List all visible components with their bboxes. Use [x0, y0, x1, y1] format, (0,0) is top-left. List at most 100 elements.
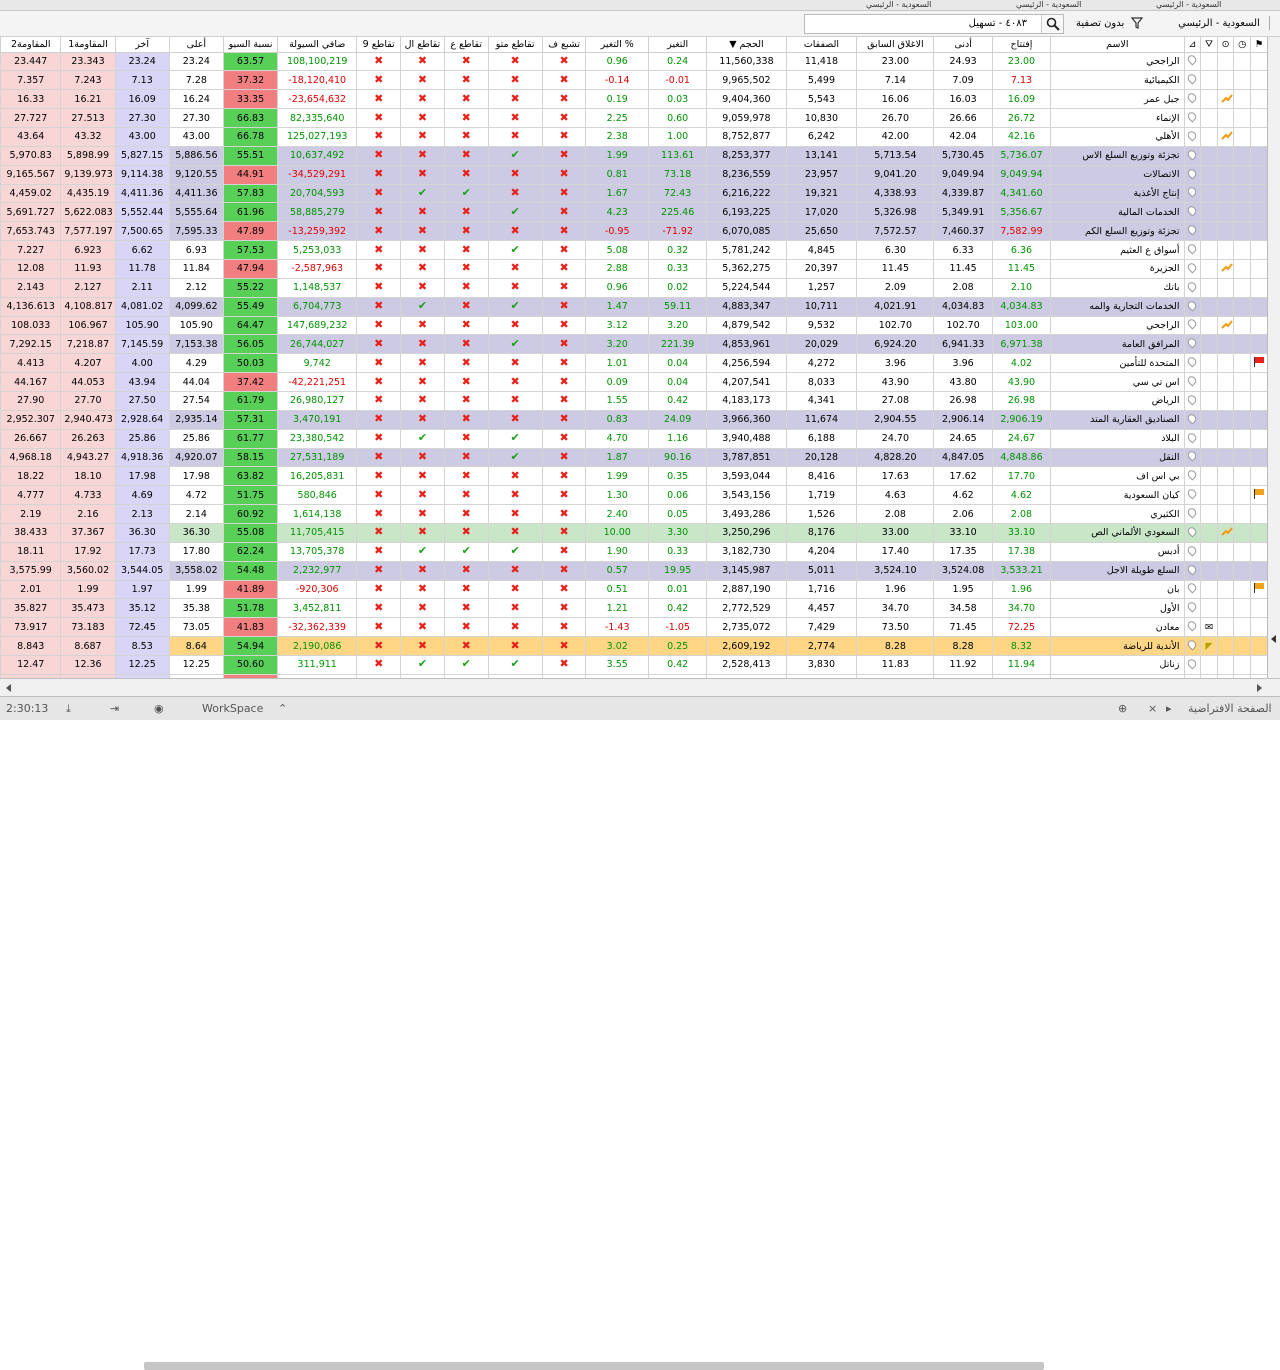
location-pin-icon[interactable] [1186, 167, 1199, 180]
pin-cell[interactable] [1183, 202, 1202, 223]
table-row[interactable]: 108.033 106.967 105.90 105.90 64.47 147,689,2… [0, 315, 1267, 336]
location-pin-icon[interactable] [1186, 581, 1199, 594]
stock-name-cell[interactable]: الكثيري [1050, 504, 1185, 524]
stock-name-cell[interactable]: الأهلي [1050, 126, 1185, 147]
table-row[interactable]: 38.433 37.367 36.30 36.30 55.08 11,705,415 ✖ ✖ ✖… [0, 522, 1267, 543]
location-pin-icon[interactable] [1186, 110, 1199, 123]
column-header[interactable]: تقاطع متو [487, 37, 543, 53]
filter-button[interactable]: بدون تصفية [1076, 15, 1156, 33]
market-selector[interactable]: السعودية - الرئيسي [1160, 15, 1270, 33]
pin-cell[interactable] [1183, 126, 1202, 147]
pin-cell[interactable] [1183, 617, 1202, 638]
location-pin-icon[interactable] [1186, 223, 1199, 236]
location-pin-icon[interactable] [1186, 487, 1199, 500]
pin-cell[interactable] [1183, 145, 1202, 166]
table-row[interactable]: 2.01 1.99 1.97 1.99 41.89 -920,306 ✖ ✖ ✖ ✖ ✖ 0.51 0.… [0, 579, 1267, 600]
symbol-search[interactable]: ٤٠٨٣ - تسهيل [804, 14, 1064, 34]
location-pin-icon[interactable] [1186, 563, 1199, 576]
pin-cell[interactable] [1183, 353, 1202, 374]
flag-cell[interactable] [1250, 522, 1267, 543]
stock-name-cell[interactable]: الإنماء [1050, 108, 1185, 128]
stock-name-cell[interactable]: باتك [1050, 277, 1185, 298]
flag-cell[interactable] [1250, 145, 1267, 166]
flag-cell[interactable] [1250, 428, 1267, 449]
stock-name-cell[interactable]: الأندية للرياضة [1050, 636, 1185, 656]
location-pin-icon[interactable] [1186, 506, 1199, 519]
pin-cell[interactable] [1183, 560, 1202, 581]
table-row[interactable]: 3,575.99 3,560.02 3,544.05 3,558.02 54.48 2,2… [0, 560, 1267, 581]
pin-cell[interactable] [1183, 541, 1202, 562]
column-header[interactable]: إفتتاح [991, 37, 1052, 53]
orange-flag-icon[interactable] [1254, 489, 1265, 500]
scroll-left-icon[interactable] [4, 683, 14, 693]
column-header[interactable]: التغير [647, 37, 708, 53]
table-row[interactable]: 43.64 43.32 43.00 43.00 66.78 125,027,193 ✖ ✖ ✖ ✖… [0, 126, 1267, 147]
red-flag-icon[interactable] [1254, 357, 1265, 368]
stock-name-cell[interactable]: النقل [1050, 447, 1185, 468]
stock-name-cell[interactable]: أسواق ع العثيم [1050, 240, 1185, 260]
pin-cell[interactable] [1183, 504, 1202, 524]
location-pin-icon[interactable] [1186, 449, 1199, 462]
flag-cell[interactable] [1250, 296, 1267, 317]
stock-name-cell[interactable]: كيان السعودية [1050, 485, 1185, 506]
table-row[interactable]: 2.19 2.16 2.13 2.14 60.92 1,614,138 ✖ ✖ ✖ ✖ ✖ 2.40 0… [0, 504, 1267, 524]
location-pin-icon[interactable] [1186, 393, 1199, 406]
pin-cell[interactable] [1183, 636, 1202, 656]
pin-cell[interactable] [1183, 485, 1202, 506]
stock-name-cell[interactable]: الراجحي [1050, 315, 1185, 336]
column-header[interactable]: نسبة السيو [222, 37, 279, 53]
flag-cell[interactable] [1250, 598, 1267, 619]
flag-cell[interactable] [1250, 560, 1267, 581]
flag-cell[interactable] [1250, 579, 1267, 600]
stock-name-cell[interactable]: تجزئة وتوزيع السلع الاس [1050, 145, 1185, 166]
pin-cell[interactable] [1183, 164, 1202, 185]
horizontal-scrollbar[interactable] [0, 678, 1280, 1370]
stock-name-cell[interactable]: بي اس اف [1050, 466, 1185, 487]
table-row[interactable]: 23.447 23.343 23.24 23.24 63.57 108,100,219 ✖ ✖… [0, 51, 1267, 72]
search-input[interactable]: ٤٠٨٣ - تسهيل [969, 15, 1027, 33]
flag-cell[interactable] [1250, 617, 1267, 638]
table-row[interactable]: 7.227 6.923 6.62 6.93 57.53 5,253,033 ✖ ✖ ✖ ✔ ✖ 5.0… [0, 240, 1267, 260]
column-header[interactable]: المقاومة2 [0, 37, 62, 53]
stock-name-cell[interactable]: تجزئة وتوزيع السلع الكم [1050, 221, 1185, 242]
location-pin-icon[interactable] [1186, 280, 1199, 293]
location-pin-icon[interactable] [1186, 355, 1199, 368]
pin-cell[interactable] [1183, 296, 1202, 317]
table-row[interactable]: 73.917 73.183 72.45 73.05 41.83 -32,362,339 ✖ ✖… [0, 617, 1267, 638]
funnel-col-icon[interactable]: ⛛ [1200, 37, 1218, 53]
pin-cell[interactable] [1183, 51, 1202, 72]
mail-icon[interactable]: ✉ [1205, 622, 1213, 633]
stock-name-cell[interactable]: إنتاج الأغذية [1050, 183, 1185, 204]
pin-cell[interactable] [1183, 655, 1202, 675]
flag-cell[interactable] [1250, 485, 1267, 506]
table-row[interactable]: 18.22 18.10 17.98 17.98 63.82 16,205,831 ✖ ✖ ✖ ✖ ✖… [0, 466, 1267, 487]
scroll-thumb[interactable] [144, 1362, 1044, 1370]
orange-flag-icon[interactable] [1254, 583, 1265, 594]
flag-cell[interactable] [1250, 353, 1267, 374]
location-pin-icon[interactable] [1186, 317, 1199, 330]
flag-cell[interactable] [1250, 51, 1267, 72]
stock-name-cell[interactable]: زناتل [1050, 655, 1185, 675]
flag-cell[interactable] [1250, 390, 1267, 411]
flag-cell[interactable] [1250, 277, 1267, 298]
stock-name-cell[interactable]: البلاد [1050, 428, 1185, 449]
clock-col-icon[interactable]: ◷ [1233, 37, 1252, 53]
flag-cell[interactable] [1250, 126, 1267, 147]
location-pin-icon[interactable] [1186, 53, 1199, 66]
table-row[interactable]: 2,952.307 2,940.473 2,928.64 2,935.14 57.31 3… [0, 409, 1267, 430]
location-pin-icon[interactable] [1186, 374, 1199, 387]
pin-cell[interactable] [1183, 598, 1202, 619]
scroll-right-icon[interactable] [1254, 683, 1264, 693]
table-row[interactable]: 27.90 27.70 27.50 27.54 61.79 26,980,127 ✖ ✖ ✖ ✖ ✖… [0, 390, 1267, 411]
window-tab-1[interactable]: السعودية - الرئيسي [1150, 0, 1227, 10]
add-page-icon[interactable]: ⊕ [1118, 702, 1127, 715]
flag-cell[interactable] [1250, 202, 1267, 223]
column-header[interactable]: المقاومة1 [60, 37, 116, 53]
pin-cell[interactable] [1183, 240, 1202, 260]
flag-cell[interactable] [1250, 315, 1267, 336]
table-row[interactable]: 44.167 44.053 43.94 44.04 37.42 -42,221,251 ✖ ✖… [0, 372, 1267, 392]
stock-name-cell[interactable]: المتحدة للتأمين [1050, 353, 1185, 374]
table-row[interactable]: 5,691.727 5,622.083 5,552.44 5,555.64 61.96 5… [0, 202, 1267, 223]
table-row[interactable]: 35.827 35.473 35.12 35.38 51.78 3,452,811 ✖ ✖ ✖ ✖… [0, 598, 1267, 619]
table-row[interactable]: 7.357 7.243 7.13 7.28 37.32 -18,120,410 ✖ ✖ ✖ ✖ ✖ -… [0, 70, 1267, 91]
